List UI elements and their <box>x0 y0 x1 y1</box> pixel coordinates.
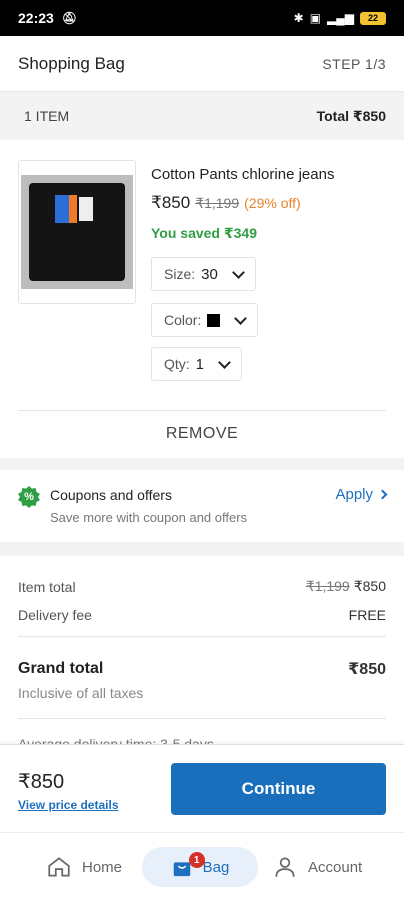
view-price-details-link[interactable]: View price details <box>18 798 119 812</box>
bag-summary: 1 ITEM Total ₹850 <box>0 92 404 140</box>
remove-button[interactable]: REMOVE <box>0 412 404 456</box>
product-tag <box>69 195 77 223</box>
product-discount: (29% off) <box>244 195 301 211</box>
product-mrp: ₹1,199 <box>195 195 240 211</box>
coupons-section[interactable]: % Coupons and offers Save more with coup… <box>0 470 404 542</box>
bottom-nav: Home 1 Bag Account <box>0 832 404 900</box>
nav-bag[interactable]: 1 Bag <box>142 847 258 887</box>
divider <box>18 410 386 411</box>
color-swatch <box>207 313 221 327</box>
page-header: Shopping Bag STEP 1/3 <box>0 36 404 92</box>
bluetooth-icon: ✱ <box>293 11 304 25</box>
qty-label: Qty: <box>164 356 190 372</box>
bag-icon-wrap: 1 <box>171 852 205 878</box>
nav-account-label: Account <box>308 858 363 876</box>
status-icons: ✱ ▣ ▂▄▆ 22 <box>294 11 386 25</box>
product-name[interactable]: Cotton Pants chlorine jeans <box>151 166 334 183</box>
apply-label: Apply <box>335 486 373 503</box>
status-bar: 22:23 🔕︎ ✱ ▣ ▂▄▆ 22 <box>0 0 404 36</box>
account-icon <box>275 857 295 877</box>
summary-total: Total ₹850 <box>316 107 386 124</box>
section-divider <box>0 542 404 556</box>
coupons-title: Coupons and offers <box>50 487 172 503</box>
qty-value: 1 <box>195 355 205 373</box>
price-details: Item total ₹1,199 ₹850 Delivery fee FREE … <box>0 556 404 746</box>
item-count: 1 ITEM <box>24 108 70 124</box>
chevron-down-icon <box>218 355 231 369</box>
sim-icon: ▣ <box>309 11 322 25</box>
item-total-amount: ₹1,199 ₹850 <box>306 578 386 595</box>
size-value: 30 <box>201 265 218 283</box>
grand-total-value: ₹850 <box>348 661 386 678</box>
mute-icon: 🔕︎ <box>61 11 78 25</box>
delivery-fee-value: FREE <box>348 607 386 623</box>
bag-count-badge: 1 <box>188 852 205 868</box>
page-title: Shopping Bag <box>18 53 125 73</box>
continue-button[interactable]: Continue <box>171 763 386 815</box>
item-total-label: Item total <box>18 578 76 595</box>
product-card: Cotton Pants chlorine jeans ₹850 ₹1,199 … <box>0 140 404 458</box>
coupons-subtitle: Save more with coupon and offers <box>50 510 248 525</box>
grand-total-row: Grand total ₹850 <box>18 659 386 679</box>
divider <box>18 636 386 637</box>
color-label: Color: <box>164 312 202 328</box>
grand-total-label: Grand total <box>18 660 104 677</box>
product-image[interactable] <box>18 160 136 304</box>
discount-badge-icon: % <box>18 486 40 508</box>
nav-home[interactable]: Home <box>46 847 122 887</box>
item-total-row: Item total ₹1,199 ₹850 <box>18 578 386 595</box>
color-dropdown[interactable]: Color: <box>151 303 259 337</box>
nav-bag-label: Bag <box>202 858 230 876</box>
status-time: 22:23 <box>18 10 54 26</box>
product-tag <box>55 195 69 223</box>
size-label: Size: <box>164 266 196 282</box>
signal-icon: ▂▄▆ <box>327 11 354 25</box>
delivery-fee-row: Delivery fee FREE <box>18 607 386 623</box>
delivery-fee-label: Delivery fee <box>18 607 92 623</box>
apply-coupon-button[interactable]: Apply <box>335 486 388 503</box>
checkout-bar: ₹850 View price details Continue <box>0 744 404 832</box>
pants-shape <box>29 183 125 281</box>
qty-dropdown[interactable]: Qty: 1 <box>151 347 243 381</box>
item-total-mrp: ₹1,199 <box>305 578 350 594</box>
price-row: ₹850 ₹1,199 (29% off) <box>151 193 301 213</box>
chevron-down-icon <box>234 311 248 325</box>
product-price: ₹850 <box>151 193 191 212</box>
divider <box>18 718 386 719</box>
chevron-down-icon <box>231 265 245 279</box>
home-icon <box>48 857 70 877</box>
checkout-amount: ₹850 <box>18 771 65 793</box>
battery-icon: 22 <box>360 11 386 25</box>
item-total-value: ₹850 <box>353 578 386 594</box>
nav-home-label: Home <box>82 858 123 876</box>
nav-account[interactable]: Account <box>272 847 362 887</box>
size-dropdown[interactable]: Size: 30 <box>151 257 256 291</box>
chevron-right-icon <box>377 489 388 500</box>
product-tag <box>79 197 93 221</box>
step-indicator: STEP 1/3 <box>322 55 386 72</box>
taxes-note: Inclusive of all taxes <box>18 685 144 701</box>
section-divider <box>0 458 404 470</box>
savings-text: You saved ₹349 <box>151 225 257 241</box>
